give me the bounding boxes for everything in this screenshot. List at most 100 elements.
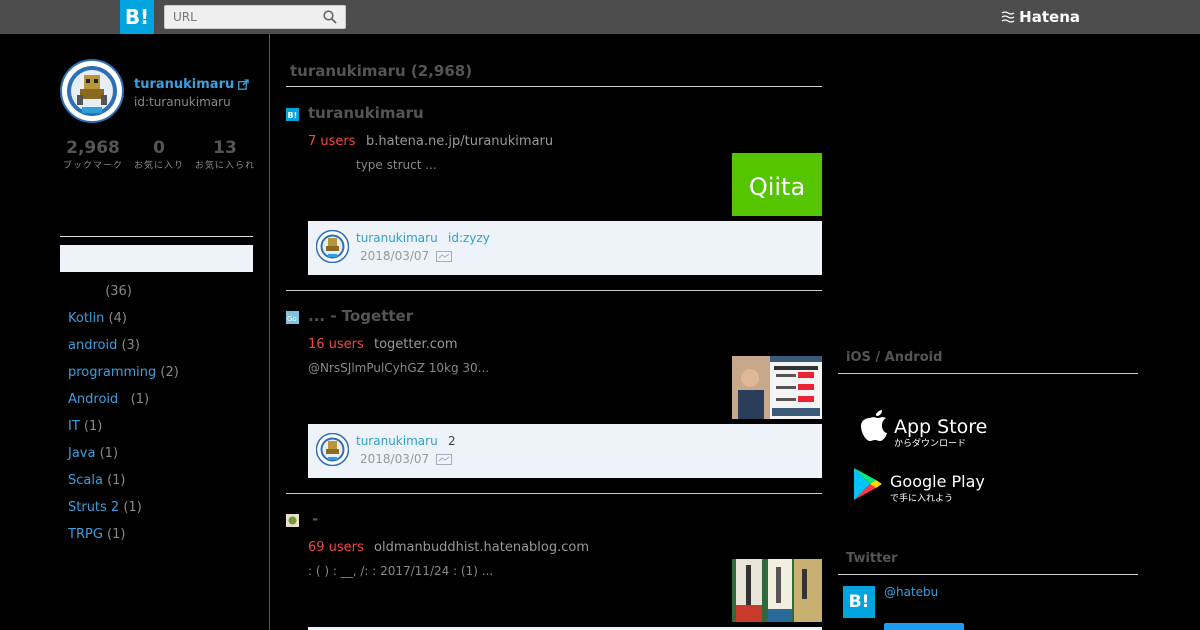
entry-users-count[interactable]: 69 users [308,540,364,555]
entry-description: @NrsSJlmPulCyhGZ 10kg 30... [308,361,490,375]
comment-share-icon[interactable] [436,454,452,465]
stat-number: 2,968 [66,138,120,158]
entry-thumbnail[interactable] [732,356,822,419]
comment-date[interactable]: 2018/03/07 [360,452,429,466]
twitter-handle-link[interactable]: @hatebu [884,585,938,599]
tag-item[interactable]: Kotlin (4) [60,305,179,332]
page-title: turanukimaru (2,968) [290,62,473,80]
tag-item[interactable]: Scala (1) [60,467,179,494]
comment-share-icon[interactable] [436,251,452,262]
external-link-icon [238,79,249,90]
tag-name: android [68,338,118,353]
tag-name: Struts 2 [68,500,120,515]
tag-item[interactable]: IT (1) [60,413,179,440]
tag-item[interactable]: Android (1) [60,386,179,413]
user-avatar[interactable] [60,59,124,123]
bookmark-comment: turanukimaru 2 2018/03/07 [308,424,822,478]
twitter-divider [838,574,1138,575]
apps-divider [838,373,1138,374]
tag-count: (4) [108,311,127,326]
search-input[interactable] [165,6,315,28]
apple-icon [861,410,887,441]
tag-item[interactable]: android (3) [60,332,179,359]
twitter-follow-button[interactable] [884,623,964,630]
commenter-name[interactable]: turanukimaru [356,231,438,245]
entry-divider [286,493,822,494]
entry-divider [286,290,822,291]
entry-title-link[interactable]: turanukimaru [308,104,424,122]
comment-date[interactable]: 2018/03/07 [360,249,429,263]
tag-count: (3) [121,338,140,353]
svg-text:B!: B! [288,111,298,120]
hatena-brand-icon [1001,11,1015,23]
stat-label: お気に入られ [194,161,255,171]
entry-users-count[interactable]: 16 users [308,337,364,352]
entry-title-link[interactable]: - [312,510,318,528]
tag-item[interactable]: programming (2) [60,359,179,386]
tag-name: Kotlin [68,311,105,326]
sidebar-divider [60,236,253,237]
hatebu-twitter-avatar[interactable]: B! [843,586,875,618]
blog-favicon-icon [286,514,299,527]
user-id: id:turanukimaru [134,95,231,109]
commenter-avatar[interactable] [316,230,349,263]
hatena-brand-link[interactable]: Hatena [1001,8,1080,26]
stat-label: お気に入り [133,161,184,171]
commenter-name[interactable]: turanukimaru [356,434,438,448]
tag-name: Scala [68,473,103,488]
tag-item[interactable]: (36) [60,278,179,305]
entry-description: type struct ... [356,158,437,172]
stat-bookmarks[interactable]: 2,968 ブックマーク [60,138,126,171]
entry-domain[interactable]: oldmanbuddhist.hatenablog.com [374,540,589,555]
bookmark-comment: turanukimaru id:zyzy 2018/03/07 [308,221,822,275]
google-play-icon [854,468,882,500]
tag-count: (2) [160,365,179,380]
top-bar: B! Hatena [0,0,1200,34]
app-store-badge[interactable]: App Store からダウンロード [852,404,1002,454]
entry-title-link[interactable]: ... - Togetter [308,307,413,325]
hatena-brand-text: Hatena [1019,8,1080,26]
user-name-link[interactable]: turanukimaru [134,77,249,92]
search-icon[interactable] [323,10,337,24]
tag-item[interactable]: TRPG (1) [60,521,179,548]
tag-count: (36) [105,284,132,299]
title-divider [286,86,822,87]
apps-section-title: iOS / Android [846,350,943,365]
user-name: turanukimaru [134,77,235,92]
entry-thumbnail[interactable]: Qiita [732,153,822,216]
app-store-sub-text: からダウンロード [894,437,966,449]
tag-count: (1) [130,392,150,407]
tag-name: IT [68,419,80,434]
tag-count: (1) [123,500,142,515]
qiita-logo-text: Qiita [749,173,805,201]
tag-item[interactable]: Struts 2 (1) [60,494,179,521]
tag-item[interactable]: Java (1) [60,440,179,467]
google-play-badge[interactable]: Google Play で手に入れよう [852,464,1002,509]
profile-sidebar: turanukimaru id:turanukimaru 2,968 ブックマー… [0,34,270,630]
sidebar-item-all-bookmarks[interactable] [60,245,253,272]
togetter-favicon-icon: Go [286,311,299,324]
entry-domain[interactable]: b.hatena.ne.jp/turanukimaru [366,134,553,149]
tag-name: Java [68,446,96,461]
hatena-favicon-icon: B! [286,108,299,121]
commenter-avatar[interactable] [316,433,349,466]
hatena-bookmark-logo[interactable]: B! [120,0,154,34]
svg-text:Go: Go [287,315,297,323]
google-play-sub-text: で手に入れよう [890,492,953,504]
tag-name: Android [68,392,119,407]
tag-count: (1) [99,446,119,461]
entry-thumbnail[interactable] [732,559,822,622]
user-stats: 2,968 ブックマーク 0 お気に入り 13 お気に入られ [60,138,260,171]
entry-description: : ( ) : __, /: : 2017/11/24 : (1) ... [308,564,494,578]
comment-text: 2 [448,434,456,448]
app-store-main-text: App Store [894,416,987,438]
entry-domain[interactable]: togetter.com [374,337,458,352]
entry-users-count[interactable]: 7 users [308,134,356,149]
tag-name: TRPG [68,527,103,542]
stat-favorited[interactable]: 13 お気に入られ [192,138,258,171]
stat-favorites[interactable]: 0 お気に入り [126,138,192,171]
comment-text: id:zyzy [448,231,490,245]
stat-number: 13 [213,138,237,158]
tag-count: (1) [83,419,103,434]
search-box [164,5,346,29]
